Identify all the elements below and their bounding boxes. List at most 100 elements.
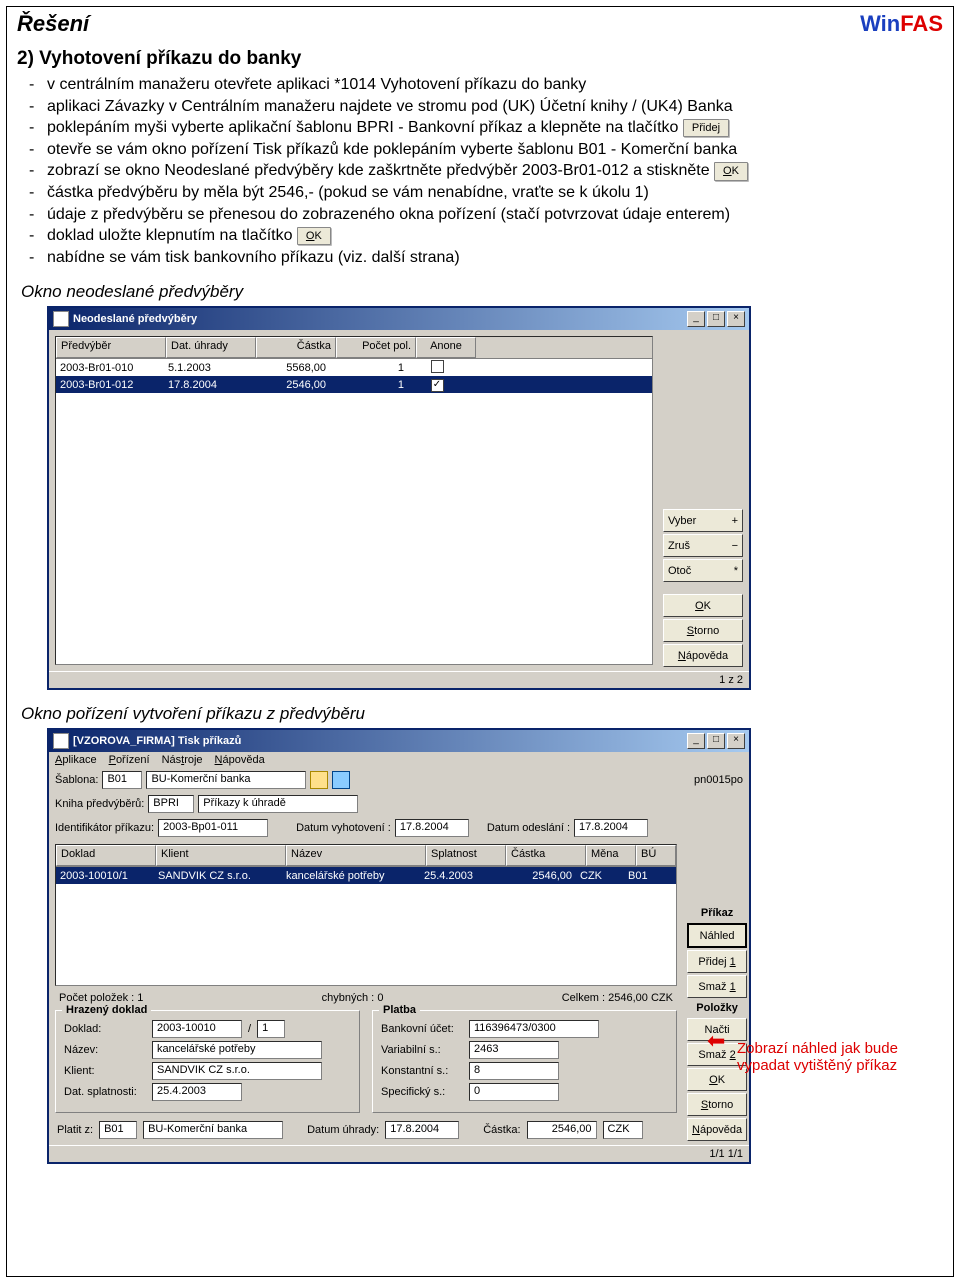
- pridej1-button[interactable]: Přidej 1: [687, 950, 747, 973]
- step-7: údaje z předvýběru se přenesou do zobraz…: [17, 204, 943, 226]
- window-title: Neodeslané předvýběry: [73, 313, 685, 325]
- datum-uhrady-input[interactable]: 17.8.2004: [385, 1121, 459, 1139]
- napoveda-button[interactable]: Nápověda: [663, 644, 743, 667]
- col-klient[interactable]: Klient: [156, 845, 286, 866]
- step-5: zobrazí se okno Neodeslané předvýběry kd…: [17, 160, 943, 182]
- step-6: částka předvýběru by měla být 2546,- (po…: [17, 182, 943, 204]
- side-group-polozky: Položky: [687, 1000, 747, 1016]
- nazev-input[interactable]: kancelářské potřeby: [152, 1041, 322, 1059]
- col-mena[interactable]: Měna: [586, 845, 636, 866]
- close-button[interactable]: ×: [727, 311, 745, 327]
- grid-row[interactable]: 2003-Br01-010 5.1.2003 5568,00 1: [56, 359, 652, 376]
- step-8: doklad uložte klepnutím na tlačítko OK: [17, 225, 943, 247]
- nahled-button[interactable]: Náhled: [687, 923, 747, 948]
- callout-text: Zobrazí náhled jak bude vypadat vytištěn…: [737, 1040, 947, 1074]
- anone-checkbox[interactable]: [431, 360, 444, 373]
- otoc-button[interactable]: Otoč*: [663, 559, 743, 582]
- platitz-name-input[interactable]: BU-Komerční banka: [143, 1121, 283, 1139]
- open-icon[interactable]: [310, 771, 328, 789]
- smaz1-button[interactable]: Smaž 1: [687, 975, 747, 998]
- polozky-grid[interactable]: Doklad Klient Název Splatnost Částka Měn…: [55, 844, 677, 986]
- menu-porizeni[interactable]: Pořízení: [109, 754, 150, 766]
- sablona-label: Šablona:: [55, 774, 98, 786]
- window-neodeslane-predvybery: Neodeslané předvýběry _ □ × Předvýběr Da…: [47, 306, 751, 690]
- status-text-2: 1/1 1/1: [709, 1148, 743, 1160]
- page-title: Řešení: [17, 11, 89, 37]
- maximize-button[interactable]: □: [707, 733, 725, 749]
- minimize-button[interactable]: _: [687, 311, 705, 327]
- klient-input[interactable]: SANDVIK CZ s.r.o.: [152, 1062, 322, 1080]
- datum-odesl-input[interactable]: 17.8.2004: [574, 819, 648, 837]
- ok-button-inline-2[interactable]: OK: [297, 227, 331, 246]
- menu-nastroje[interactable]: Nástroje: [162, 754, 203, 766]
- doklad-input[interactable]: 2003-10010: [152, 1020, 242, 1038]
- status-text: 1 z 2: [719, 674, 743, 686]
- napoveda-button-2[interactable]: Nápověda: [687, 1118, 747, 1141]
- vyber-button[interactable]: Vyber+: [663, 509, 743, 532]
- doklad-sub-input[interactable]: 1: [257, 1020, 285, 1038]
- gallery-icon[interactable]: [332, 771, 350, 789]
- ok-button-inline-1[interactable]: OOKK: [714, 162, 748, 181]
- kniha-label: Kniha předvýběrů:: [55, 798, 144, 810]
- brand-logo: WinFAS: [860, 11, 943, 37]
- zrus-button[interactable]: Zruš−: [663, 534, 743, 557]
- kniha-code-input[interactable]: BPRI: [148, 795, 194, 813]
- mena-input[interactable]: CZK: [603, 1121, 643, 1139]
- col-pocet-pol[interactable]: Počet pol.: [336, 337, 416, 358]
- col-dat-uhrady[interactable]: Dat. úhrady: [166, 337, 256, 358]
- step-2: aplikaci Závazky v Centrálním manažeru n…: [17, 96, 943, 118]
- col-doklad[interactable]: Doklad: [56, 845, 156, 866]
- storno-button-2[interactable]: Storno: [687, 1093, 747, 1116]
- ok-button[interactable]: OK: [663, 594, 743, 617]
- grid-row-selected-2[interactable]: 2003-10010/1 SANDVIK CZ s.r.o. kancelářs…: [56, 867, 676, 884]
- platitz-code-input[interactable]: B01: [99, 1121, 137, 1139]
- grid-row-selected[interactable]: 2003-Br01-012 17.8.2004 2546,00 1 ✓: [56, 376, 652, 393]
- col-predvyber[interactable]: Předvýběr: [56, 337, 166, 358]
- ks-input[interactable]: 8: [469, 1062, 559, 1080]
- sablona-code-input[interactable]: B01: [102, 771, 142, 789]
- storno-button[interactable]: Storno: [663, 619, 743, 642]
- menu-napoveda[interactable]: Nápověda: [215, 754, 265, 766]
- predvybery-grid[interactable]: Předvýběr Dat. úhrady Částka Počet pol. …: [55, 336, 653, 665]
- side-group-prikaz: Příkaz: [687, 905, 747, 921]
- col-anone[interactable]: Anone: [416, 337, 476, 358]
- steps-list: v centrálním manažeru otevřete aplikaci …: [17, 74, 943, 268]
- caption-window-1: Okno neodeslané předvýběry: [21, 282, 943, 302]
- datum-vyhot-label: Datum vyhotovení :: [296, 822, 391, 834]
- datum-uhrady-label: Datum úhrady:: [307, 1124, 379, 1136]
- bankovni-ucet-input[interactable]: 116396473/0300: [469, 1020, 599, 1038]
- step-4: otevře se vám okno pořízení Tisk příkazů…: [17, 139, 943, 161]
- kniha-name-input[interactable]: Příkazy k úhradě: [198, 795, 358, 813]
- anone-checkbox-checked[interactable]: ✓: [431, 379, 444, 392]
- pocet-label: Počet položek :: [59, 992, 134, 1004]
- section-heading: 2) Vyhotovení příkazu do banky: [17, 48, 943, 70]
- col-nazev[interactable]: Název: [286, 845, 426, 866]
- fieldset-platba: Platba Bankovní účet:116396473/0300 Vari…: [372, 1010, 677, 1113]
- pridej-button-inline[interactable]: Přidej: [683, 119, 729, 138]
- close-button[interactable]: ×: [727, 733, 745, 749]
- menu-aplikace[interactable]: Aplikace: [55, 754, 97, 766]
- app-icon: [53, 733, 69, 749]
- castka-input[interactable]: 2546,00: [527, 1121, 597, 1139]
- castka-label: Částka:: [483, 1124, 520, 1136]
- datum-odesl-label: Datum odeslání :: [487, 822, 570, 834]
- maximize-button[interactable]: □: [707, 311, 725, 327]
- callout-arrow-icon: ⬅: [707, 1028, 725, 1054]
- vs-input[interactable]: 2463: [469, 1041, 559, 1059]
- sablona-name-input[interactable]: BU-Komerční banka: [146, 771, 306, 789]
- dat-splat-input[interactable]: 25.4.2003: [152, 1083, 242, 1101]
- col-castka2[interactable]: Částka: [506, 845, 586, 866]
- chybnych-label: chybných :: [322, 992, 375, 1004]
- step-1: v centrálním manažeru otevřete aplikaci …: [17, 74, 943, 96]
- col-bu[interactable]: BÚ: [636, 845, 676, 866]
- window-tisk-prikazu: [VZOROVA_FIRMA] Tisk příkazů _ □ × Aplik…: [47, 728, 751, 1164]
- ident-input[interactable]: 2003-Bp01-011: [158, 819, 268, 837]
- minimize-button[interactable]: _: [687, 733, 705, 749]
- step-3: poklepáním myši vyberte aplikační šablon…: [17, 117, 943, 139]
- datum-vyhot-input[interactable]: 17.8.2004: [395, 819, 469, 837]
- step-9: nabídne se vám tisk bankovního příkazu (…: [17, 247, 943, 269]
- fieldset-hrazeny-doklad: Hrazený doklad Doklad:2003-10010/1 Název…: [55, 1010, 360, 1113]
- col-splatnost[interactable]: Splatnost: [426, 845, 506, 866]
- col-castka[interactable]: Částka: [256, 337, 336, 358]
- ss-input[interactable]: 0: [469, 1083, 559, 1101]
